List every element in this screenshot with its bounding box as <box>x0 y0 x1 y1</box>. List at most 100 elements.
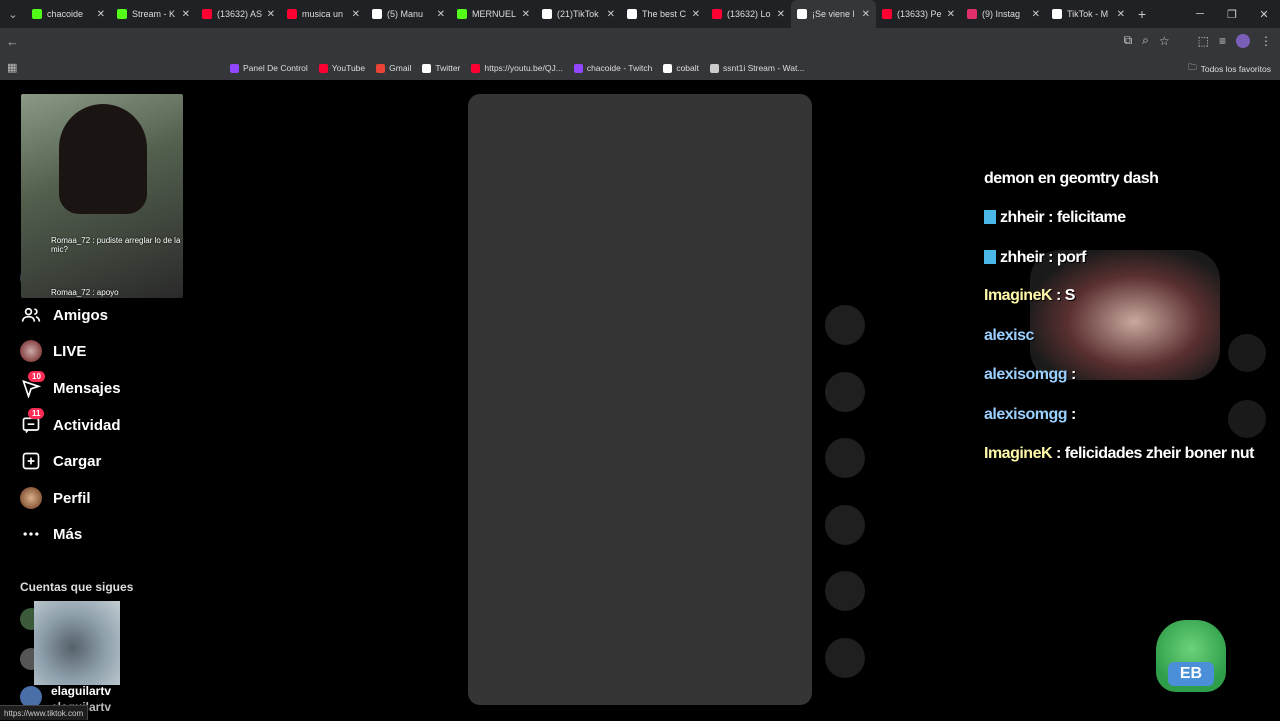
tab-title: chacoide <box>47 9 84 19</box>
close-window-icon[interactable]: ✕ <box>1248 0 1280 28</box>
browser-tab[interactable]: (13633) Pe ✕ <box>876 0 961 28</box>
browser-tab[interactable]: (9) Instag ✕ <box>961 0 1046 28</box>
tab-title: MERNUEL <box>472 9 517 19</box>
bookmark-favicon-icon <box>663 63 673 73</box>
tab-close-icon[interactable]: ✕ <box>692 9 700 20</box>
nav-item-cargar[interactable]: Cargar <box>20 448 101 474</box>
bookmark-item[interactable]: Panel De Control <box>230 63 308 73</box>
tab-close-icon[interactable]: ✕ <box>862 9 870 20</box>
tab-title: musica un <box>302 9 344 19</box>
bookmark-label: https://youtu.be/QJ... <box>484 63 563 73</box>
tab-favicon-icon <box>32 9 42 19</box>
tab-title: (13633) Pe <box>897 9 942 19</box>
browser-toolbar: ← ⧉ ⌕ ☆ ⬚ ≡ ⋮ <box>0 28 1280 56</box>
following-name[interactable]: elaguilartv <box>51 684 111 698</box>
browser-tab[interactable]: (13632) Lo ✕ <box>706 0 791 28</box>
browser-tab[interactable]: TikTok - M ✕ <box>1046 0 1131 28</box>
video-player[interactable] <box>468 94 812 705</box>
bookmark-item[interactable]: Gmail <box>376 63 411 73</box>
tab-title: ¡Se viene l <box>812 9 855 19</box>
profile-avatar[interactable] <box>1236 33 1250 48</box>
browser-tab[interactable]: (13632) AS ✕ <box>196 0 281 28</box>
tab-close-icon[interactable]: ✕ <box>522 9 530 20</box>
nav-item-live[interactable]: LIVE <box>20 338 86 364</box>
nav-item-amigos[interactable]: Amigos <box>20 302 108 328</box>
browser-tab[interactable]: musica un ✕ <box>281 0 366 28</box>
upload-icon <box>20 450 42 472</box>
activity-icon: 11 <box>20 408 45 436</box>
bookmark-star-icon[interactable]: ☆ <box>1159 34 1170 48</box>
bookmark-item[interactable]: cobalt <box>663 63 699 73</box>
zoom-icon[interactable]: ⌕ <box>1142 33 1149 48</box>
install-app-icon[interactable]: ⧉ <box>1124 33 1133 48</box>
nav-label: Más <box>53 525 83 543</box>
bookmark-item[interactable]: YouTube <box>318 63 366 73</box>
browser-tab[interactable]: ¡Se viene l ✕ <box>791 0 876 28</box>
status-bar-url: https://www.tiktok.com <box>0 705 89 720</box>
tab-close-icon[interactable]: ✕ <box>267 9 275 20</box>
nav-item-actividad[interactable]: 11 Actividad <box>20 408 121 438</box>
minimize-icon[interactable]: ─ <box>1184 0 1216 28</box>
webcam-overlay: Romaa_72 : pudiste arreglar lo de la mic… <box>21 94 183 298</box>
nav-label: LIVE <box>53 342 87 360</box>
all-favorites-folder[interactable]: 🗀 Todos los favoritos <box>1188 62 1271 76</box>
favorite-button[interactable] <box>825 438 865 478</box>
nav-up-button[interactable] <box>1228 334 1266 372</box>
nav-item-perfil[interactable]: Perfil <box>20 485 91 511</box>
tab-favicon-icon <box>1052 9 1062 19</box>
chat-text: : porf <box>1044 249 1086 266</box>
stream-chat-overlay: demon en geomtry dash zhheir : felicitame… <box>980 160 1260 480</box>
tab-title: TikTok - M <box>1067 9 1109 19</box>
apps-grid-icon[interactable]: ▦ <box>7 61 17 74</box>
bookmark-item[interactable]: ssnt1i Stream - Wat... <box>710 63 804 73</box>
tab-close-icon[interactable]: ✕ <box>352 9 360 20</box>
share-button[interactable] <box>825 505 865 545</box>
new-tab-button[interactable]: + <box>1131 6 1153 22</box>
browser-tab[interactable]: Stream - K ✕ <box>111 0 196 28</box>
bookmark-label: YouTube <box>331 63 366 73</box>
tab-close-icon[interactable]: ✕ <box>97 9 105 20</box>
more-button[interactable] <box>825 638 865 678</box>
bookmark-item[interactable]: chacoide - Twitch <box>573 63 652 73</box>
tab-close-icon[interactable]: ✕ <box>437 9 445 20</box>
chat-username: zhheir <box>1000 209 1045 226</box>
reading-list-icon[interactable]: ≡ <box>1219 34 1226 48</box>
back-icon[interactable]: ← <box>6 34 19 49</box>
extensions-icon[interactable]: ⬚ <box>1198 34 1209 48</box>
browser-menu-icon[interactable]: ⋮ <box>1260 34 1272 48</box>
nav-item-ms[interactable]: Más <box>20 521 82 547</box>
stream-chat-message: ImagineK : S <box>984 287 1075 305</box>
tab-favicon-icon <box>542 9 552 19</box>
sound-button[interactable] <box>825 571 865 611</box>
tab-close-icon[interactable]: ✕ <box>1032 9 1040 20</box>
nav-down-button[interactable] <box>1228 400 1266 438</box>
browser-tab[interactable]: MERNUEL ✕ <box>451 0 536 28</box>
restore-icon[interactable]: ❐ <box>1216 0 1248 28</box>
tab-close-icon[interactable]: ✕ <box>947 9 955 20</box>
stream-chat-message: alexisc <box>984 327 1034 345</box>
tab-search-icon[interactable]: ⌄ <box>0 0 26 28</box>
bookmark-favicon-icon <box>422 63 432 73</box>
browser-tab[interactable]: chacoide ✕ <box>26 0 111 28</box>
tab-close-icon[interactable]: ✕ <box>182 9 190 20</box>
nav-item-mensajes[interactable]: 10 Mensajes <box>20 371 121 401</box>
like-button[interactable] <box>825 305 865 345</box>
chat-text: : S <box>1052 287 1075 304</box>
tab-close-icon[interactable]: ✕ <box>1117 9 1125 20</box>
tab-title: (13632) AS <box>217 9 262 19</box>
browser-tab[interactable]: The best C ✕ <box>621 0 706 28</box>
stream-chat-message: zhheir : porf <box>984 249 1086 267</box>
tab-title: (13632) Lo <box>727 9 771 19</box>
tab-favicon-icon <box>797 9 807 19</box>
comment-button[interactable] <box>825 372 865 412</box>
browser-tab[interactable]: (21)TikTok ✕ <box>536 0 621 28</box>
tiktok-page: ExplorarSiguiendoAmigosLIVE10Mensajes11A… <box>0 80 1280 720</box>
chat-username: ImagineK <box>984 445 1053 462</box>
tab-close-icon[interactable]: ✕ <box>607 9 615 20</box>
bookmark-item[interactable]: Twitter <box>422 63 460 73</box>
browser-tab[interactable]: (5) Manu ✕ <box>366 0 451 28</box>
tab-favicon-icon <box>287 9 297 19</box>
bookmark-label: Panel De Control <box>243 63 308 73</box>
bookmark-item[interactable]: https://youtu.be/QJ... <box>471 63 563 73</box>
tab-close-icon[interactable]: ✕ <box>777 9 785 20</box>
